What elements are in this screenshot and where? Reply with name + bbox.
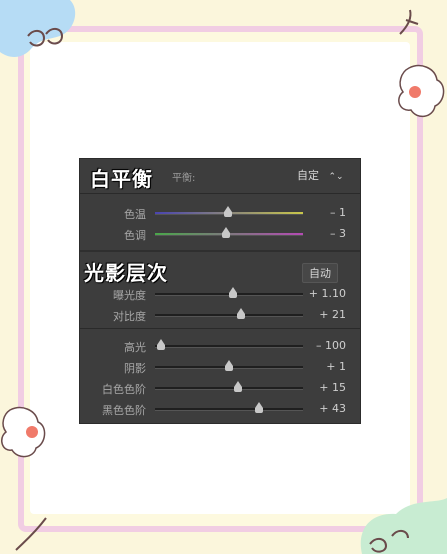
white-balance-label: 平衡: bbox=[172, 173, 196, 184]
slider-thumb[interactable] bbox=[156, 339, 165, 350]
slider-label: 高光 bbox=[124, 341, 146, 354]
slider-thumb[interactable] bbox=[229, 287, 238, 298]
divider bbox=[80, 193, 360, 194]
slider-row: 阴影 + 1 bbox=[80, 357, 360, 377]
slider-label: 色调 bbox=[124, 229, 146, 242]
slider-value[interactable]: – 3 bbox=[330, 227, 346, 240]
slider-track[interactable] bbox=[155, 287, 303, 298]
slider-row: 黑色色阶 + 43 bbox=[80, 399, 360, 419]
slider-thumb[interactable] bbox=[236, 308, 245, 319]
green-leaf-icon bbox=[360, 498, 447, 554]
slider-value[interactable]: + 15 bbox=[319, 381, 346, 394]
preset-value: 自定 bbox=[297, 169, 319, 182]
slider-track[interactable] bbox=[155, 206, 303, 217]
slider-row: 高光 – 100 bbox=[80, 336, 360, 356]
slider-track[interactable] bbox=[155, 360, 303, 371]
white-cloud-icon bbox=[398, 64, 445, 118]
slider-value[interactable]: – 1 bbox=[330, 206, 346, 219]
slider-thumb[interactable] bbox=[222, 227, 231, 238]
tone-title: 光影层次 bbox=[84, 261, 168, 285]
slider-thumb[interactable] bbox=[233, 381, 242, 392]
slider-track[interactable] bbox=[155, 381, 303, 392]
sparkle-icon bbox=[399, 9, 419, 35]
slider-label: 曝光度 bbox=[113, 289, 146, 302]
slider-row: 白色色阶 + 15 bbox=[80, 378, 360, 398]
slider-label: 对比度 bbox=[113, 310, 146, 323]
slider-value[interactable]: + 21 bbox=[319, 308, 346, 321]
slider-value[interactable]: + 1 bbox=[326, 360, 346, 373]
slider-label: 白色色阶 bbox=[102, 383, 146, 396]
slider-track[interactable] bbox=[155, 308, 303, 319]
slider-row: 曝光度 + 1.10 bbox=[80, 284, 360, 304]
corner-stroke-icon bbox=[15, 517, 47, 551]
divider bbox=[80, 328, 360, 329]
slider-track[interactable] bbox=[155, 339, 303, 350]
slider-value[interactable]: + 1.10 bbox=[309, 287, 346, 300]
slider-track[interactable] bbox=[155, 227, 303, 238]
slider-row: 色调 – 3 bbox=[80, 224, 360, 244]
white-balance-title: 白平衡 bbox=[90, 167, 153, 191]
white-balance-preset-select[interactable]: 自定 ⌃⌄ bbox=[297, 167, 344, 183]
auto-button[interactable]: 自动 bbox=[302, 263, 338, 283]
slider-track[interactable] bbox=[155, 402, 303, 413]
slider-value[interactable]: – 100 bbox=[316, 339, 346, 352]
slider-thumb[interactable] bbox=[225, 360, 233, 371]
divider bbox=[80, 250, 360, 252]
white-cloud-icon-left bbox=[1, 406, 46, 458]
chevron-updown-icon: ⌃⌄ bbox=[328, 172, 344, 182]
slider-label: 阴影 bbox=[124, 362, 146, 375]
adjustment-panel: 白平衡 平衡: 自定 ⌃⌄ 色温 – 1 色调 – 3 光影层次 自动 曝光度 + 1.… bbox=[80, 159, 360, 423]
slider-row: 色温 – 1 bbox=[80, 203, 360, 223]
slider-thumb[interactable] bbox=[223, 206, 232, 217]
slider-row: 对比度 + 21 bbox=[80, 305, 360, 325]
slider-thumb[interactable] bbox=[254, 402, 263, 413]
slider-label: 色温 bbox=[124, 208, 146, 221]
slider-value[interactable]: + 43 bbox=[319, 402, 346, 415]
slider-label: 黑色色阶 bbox=[102, 404, 146, 417]
blue-flower-icon bbox=[0, 0, 76, 57]
